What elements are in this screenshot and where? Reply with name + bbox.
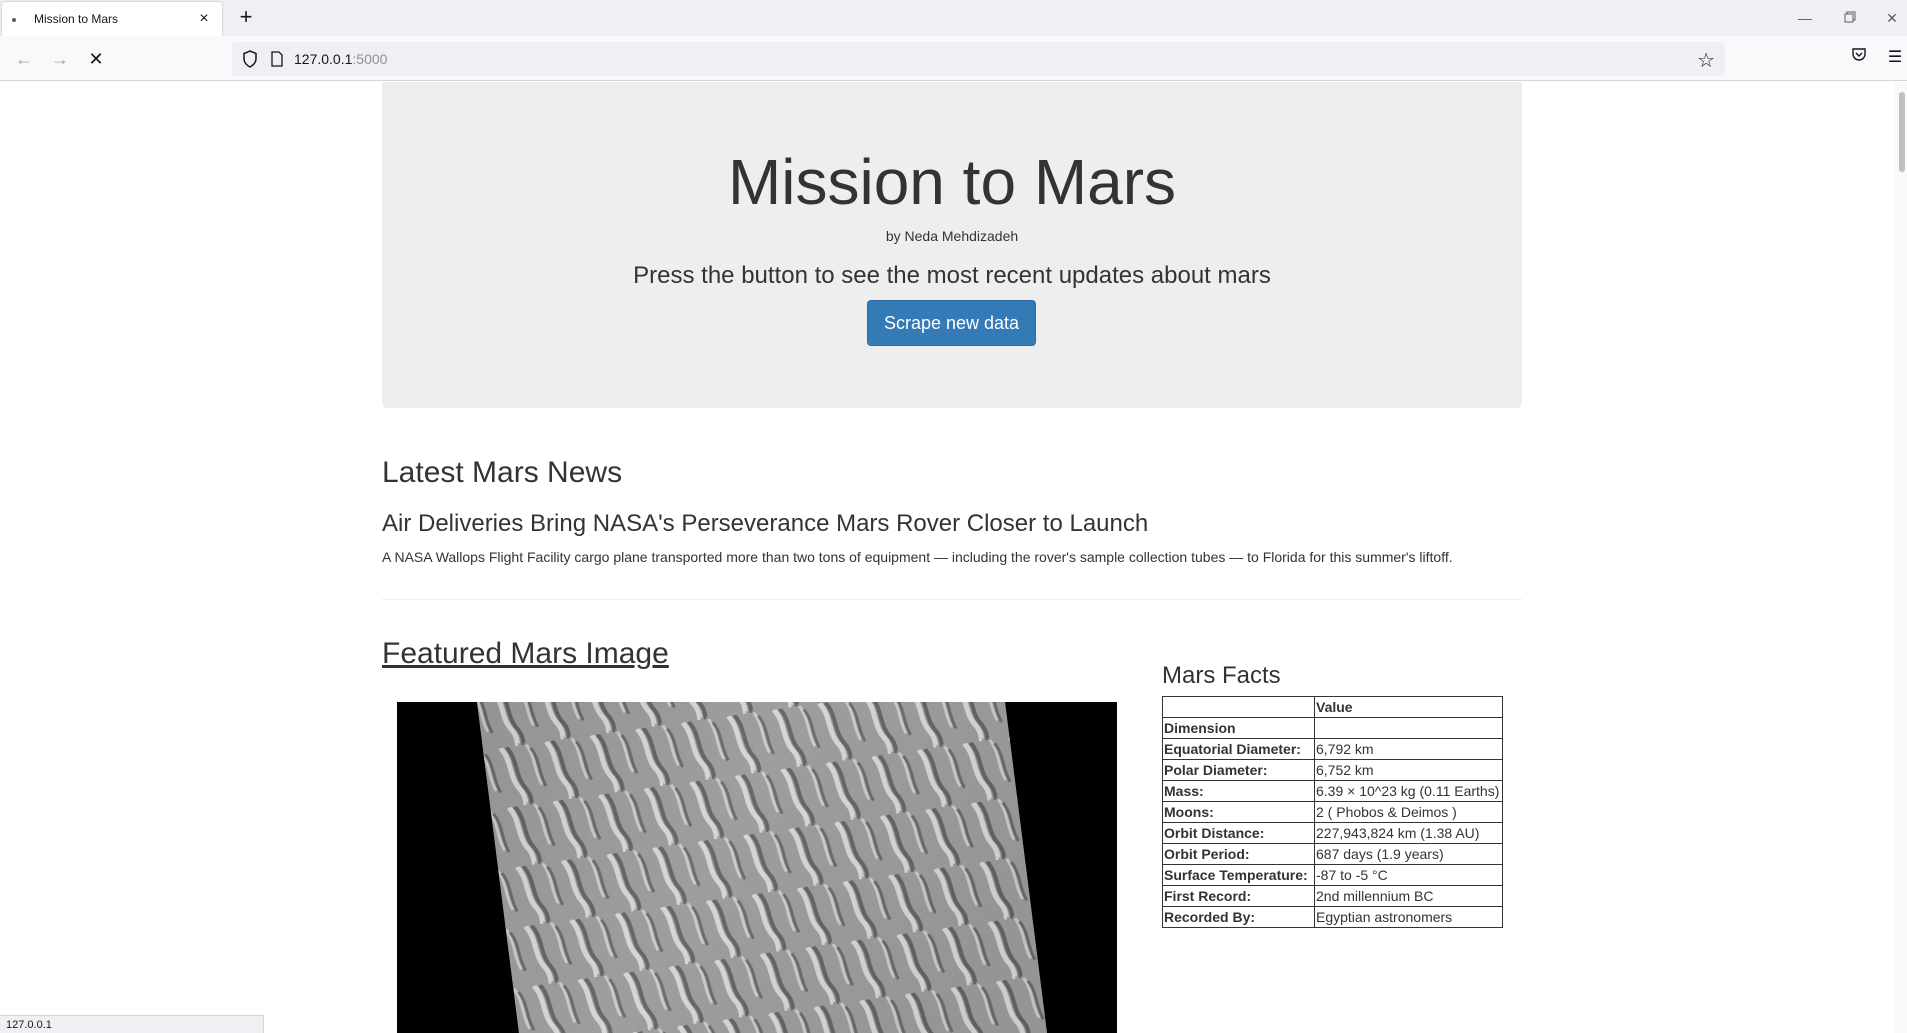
table-row: First Record: 2nd millennium BC <box>1162 885 1503 907</box>
status-bar: 127.0.0.1 <box>0 1015 264 1033</box>
latest-news-heading: Latest Mars News <box>382 456 623 489</box>
mars-dunes-picture <box>397 702 1117 1033</box>
fact-key: First Record: <box>1162 885 1315 907</box>
fact-value: 2 ( Phobos & Deimos ) <box>1314 801 1503 823</box>
fact-key: Equatorial Diameter: <box>1162 738 1315 760</box>
url-text[interactable]: 127.0.0.1:5000 <box>294 51 387 67</box>
table-row: Dimension <box>1162 717 1503 739</box>
table-row: Equatorial Diameter: 6,792 km <box>1162 738 1503 760</box>
jumbotron: Mission to Mars by Neda Mehdizadeh Press… <box>382 82 1522 408</box>
tab-title: Mission to Mars <box>34 12 119 26</box>
stop-loading-icon[interactable]: ✕ <box>84 47 108 71</box>
new-tab-button[interactable]: + <box>234 6 258 30</box>
fact-value: 6.39 × 10^23 kg (0.11 Earths) <box>1314 780 1503 802</box>
news-title: Air Deliveries Bring NASA's Perseverance… <box>382 510 1149 537</box>
table-row: Recorded By: Egyptian astronomers <box>1162 906 1503 928</box>
table-row: Mass: 6.39 × 10^23 kg (0.11 Earths) <box>1162 780 1503 802</box>
instruction-text: Press the button to see the most recent … <box>633 262 1271 289</box>
fact-key: Polar Diameter: <box>1162 759 1315 781</box>
minimize-icon[interactable]: — <box>1790 8 1820 28</box>
fact-key: Moons: <box>1162 801 1315 823</box>
table-header-row: Value <box>1162 696 1503 718</box>
fact-value: 6,752 km <box>1314 759 1503 781</box>
section-divider <box>382 599 1522 600</box>
bookmark-star-icon[interactable]: ☆ <box>1697 48 1715 73</box>
table-row: Polar Diameter: 6,752 km <box>1162 759 1503 781</box>
page-title: Mission to Mars <box>727 146 1177 218</box>
featured-mars-image[interactable] <box>397 702 1117 1033</box>
nav-bar: ← → ✕ 127.0.0.1:5000 ☆ ☰ <box>0 36 1907 81</box>
table-row: Orbit Distance: 227,943,824 km (1.38 AU) <box>1162 822 1503 844</box>
fact-key: Orbit Distance: <box>1162 822 1315 844</box>
page-icon[interactable] <box>270 51 284 67</box>
news-paragraph: A NASA Wallops Flight Facility cargo pla… <box>382 549 1453 565</box>
fact-value: 687 days (1.9 years) <box>1314 843 1503 865</box>
close-window-icon[interactable]: ✕ <box>1877 8 1907 28</box>
table-row: Moons: 2 ( Phobos & Deimos ) <box>1162 801 1503 823</box>
scrollbar-thumb[interactable] <box>1899 92 1905 172</box>
mars-facts-heading: Mars Facts <box>1162 662 1281 689</box>
url-port: :5000 <box>352 51 388 67</box>
tab-mission-to-mars[interactable]: Mission to Mars × <box>2 2 222 36</box>
scrape-new-data-button[interactable]: Scrape new data <box>867 300 1036 346</box>
fact-value: 2nd millennium BC <box>1314 885 1503 907</box>
restore-icon[interactable] <box>1835 8 1865 28</box>
tab-close-icon[interactable]: × <box>194 9 214 29</box>
back-arrow-icon[interactable]: ← <box>12 47 36 71</box>
featured-image-link[interactable]: Featured Mars Image <box>382 637 669 671</box>
fact-value: 6,792 km <box>1314 738 1503 760</box>
author-byline: by Neda Mehdizadeh <box>885 228 1019 244</box>
mars-facts-table: Value Dimension Equatorial Diameter: 6,79… <box>1162 696 1503 928</box>
fact-key: Recorded By: <box>1162 906 1315 928</box>
tab-bar: Mission to Mars × + — ✕ <box>0 0 1907 36</box>
fact-value: -87 to -5 °C <box>1314 864 1503 886</box>
fact-key: Orbit Period: <box>1162 843 1315 865</box>
fact-value <box>1314 717 1503 739</box>
page-scrollbar[interactable] <box>1895 82 1907 1033</box>
table-row: Surface Temperature: -87 to -5 °C <box>1162 864 1503 886</box>
menu-icon[interactable]: ☰ <box>1883 46 1907 70</box>
tab-loading-icon <box>12 18 16 22</box>
page-viewport: Mission to Mars by Neda Mehdizadeh Press… <box>0 82 1907 1033</box>
fact-value: 227,943,824 km (1.38 AU) <box>1314 822 1503 844</box>
fact-value: Egyptian astronomers <box>1314 906 1503 928</box>
url-bar[interactable]: 127.0.0.1:5000 ☆ <box>232 42 1725 76</box>
pocket-icon[interactable] <box>1847 46 1871 70</box>
table-header-cell: Value <box>1314 696 1503 718</box>
table-header-cell <box>1162 696 1315 718</box>
table-row: Orbit Period: 687 days (1.9 years) <box>1162 843 1503 865</box>
fact-key: Dimension <box>1162 717 1315 739</box>
url-host: 127.0.0.1 <box>294 51 353 67</box>
fact-key: Mass: <box>1162 780 1315 802</box>
forward-arrow-icon[interactable]: → <box>48 47 72 71</box>
fact-key: Surface Temperature: <box>1162 864 1315 886</box>
shield-icon[interactable] <box>242 50 258 68</box>
